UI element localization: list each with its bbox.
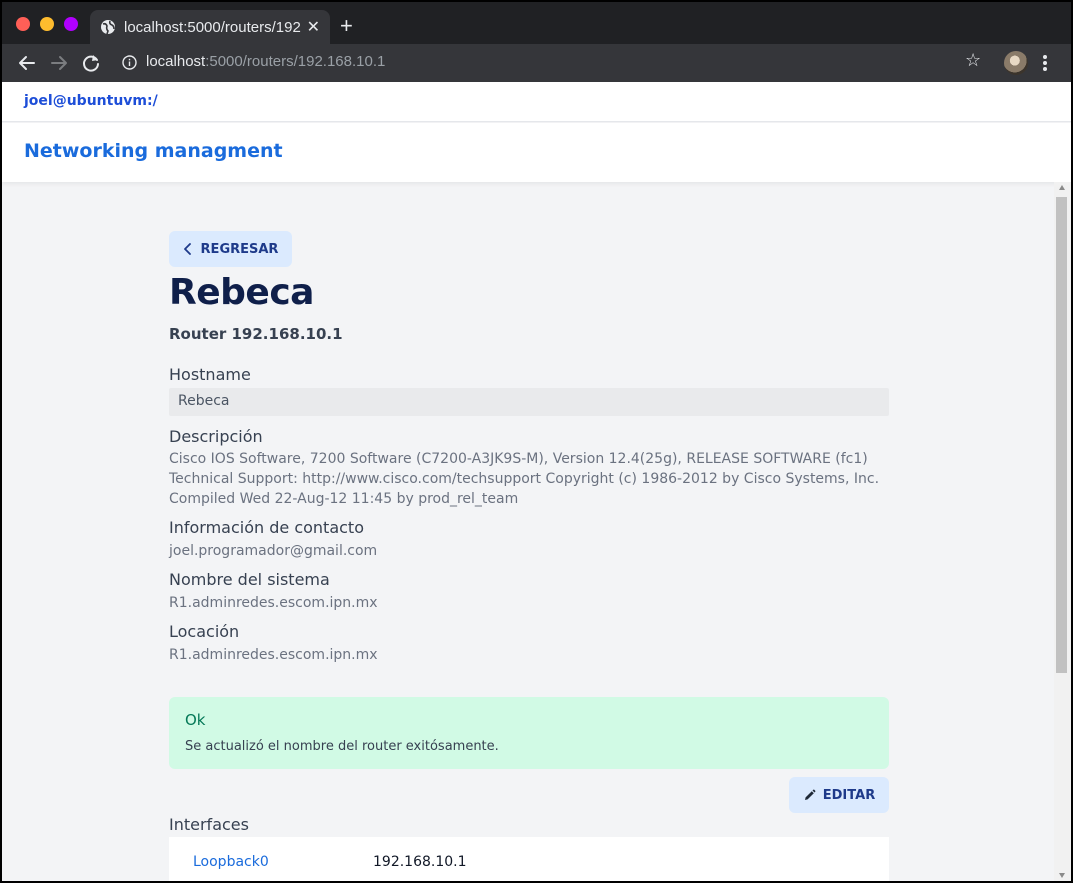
back-button-label: REGRESAR [200, 241, 279, 257]
browser-toolbar: localhost:5000/routers/192.168.10.1 ☆ [2, 44, 1071, 82]
alert-title: Ok [185, 711, 206, 729]
sysname-label: Nombre del sistema [169, 570, 330, 589]
app-title[interactable]: Networking managment [24, 140, 283, 162]
maximize-window-button[interactable] [64, 17, 78, 31]
info-icon[interactable] [122, 55, 137, 70]
pencil-icon [804, 789, 816, 800]
app-header: Networking managment [2, 123, 1071, 182]
tab-title: localhost:5000/routers/192.168.10.1 [124, 18, 301, 36]
router-subtitle: Router 192.168.10.1 [169, 325, 343, 343]
reload-icon[interactable] [80, 52, 102, 74]
page-title: Rebeca [169, 272, 314, 313]
home-link[interactable]: joel@ubuntuvm:/ [24, 93, 158, 109]
alert-message: Se actualizó el nombre del router exitós… [185, 739, 499, 754]
close-tab-icon[interactable]: ✕ [307, 17, 320, 37]
sysname-value: R1.adminredes.escom.ipn.mx [169, 595, 378, 611]
contact-label: Información de contacto [169, 518, 364, 537]
url-host: localhost [146, 53, 206, 70]
back-button[interactable]: REGRESAR [169, 231, 292, 267]
menu-icon[interactable] [1042, 53, 1048, 73]
success-alert: Ok Se actualizó el nombre del router exi… [169, 697, 889, 769]
scroll-up-arrow[interactable] [1059, 185, 1065, 190]
minimize-window-button[interactable] [40, 17, 54, 31]
url-path: :5000/routers/192.168.10.1 [205, 53, 386, 70]
contact-value: joel.programador@gmail.com [169, 543, 378, 559]
page-viewport: joel@ubuntuvm:/ Networking managment REG… [2, 82, 1071, 881]
location-label: Locación [169, 622, 240, 641]
new-tab-button[interactable]: + [340, 13, 353, 39]
browser-tab[interactable]: localhost:5000/routers/192.168.10.1 ✕ [90, 10, 330, 44]
description-label: Descripción [169, 427, 263, 446]
close-window-button[interactable] [16, 17, 30, 31]
star-icon[interactable]: ☆ [965, 50, 981, 71]
location-value: R1.adminredes.escom.ipn.mx [169, 647, 378, 663]
globe-icon [101, 20, 115, 35]
edit-button-label: EDITAR [822, 787, 876, 803]
tab-strip: localhost:5000/routers/192.168.10.1 ✕ + [2, 2, 1071, 44]
top-bar: joel@ubuntuvm:/ [2, 82, 1071, 122]
browser-window: localhost:5000/routers/192.168.10.1 ✕ + … [0, 0, 1073, 883]
chevron-left-icon [183, 243, 191, 255]
description-line: Compiled Wed 22-Aug-12 11:45 by prod_rel… [169, 491, 519, 507]
interface-ip: 192.168.10.1 [373, 854, 467, 870]
interfaces-heading: Interfaces [169, 815, 249, 834]
table-row: Loopback0 192.168.10.1 [169, 854, 889, 876]
scroll-down-arrow[interactable] [1059, 873, 1065, 878]
hostname-field[interactable]: Rebeca [169, 388, 889, 416]
forward-arrow-icon[interactable] [48, 52, 70, 74]
scrollbar[interactable] [1054, 182, 1071, 881]
hostname-label: Hostname [169, 365, 251, 384]
avatar[interactable] [1004, 51, 1028, 75]
back-arrow-icon[interactable] [16, 52, 38, 74]
interfaces-table: Loopback0 192.168.10.1 [169, 837, 889, 881]
scroll-thumb[interactable] [1056, 197, 1067, 673]
interface-name-link[interactable]: Loopback0 [193, 854, 269, 870]
description-line: Cisco IOS Software, 7200 Software (C7200… [169, 451, 868, 467]
description-line: Technical Support: http://www.cisco.com/… [169, 471, 880, 487]
edit-button[interactable]: EDITAR [789, 777, 889, 813]
address-bar[interactable]: localhost:5000/routers/192.168.10.1 [146, 53, 385, 70]
